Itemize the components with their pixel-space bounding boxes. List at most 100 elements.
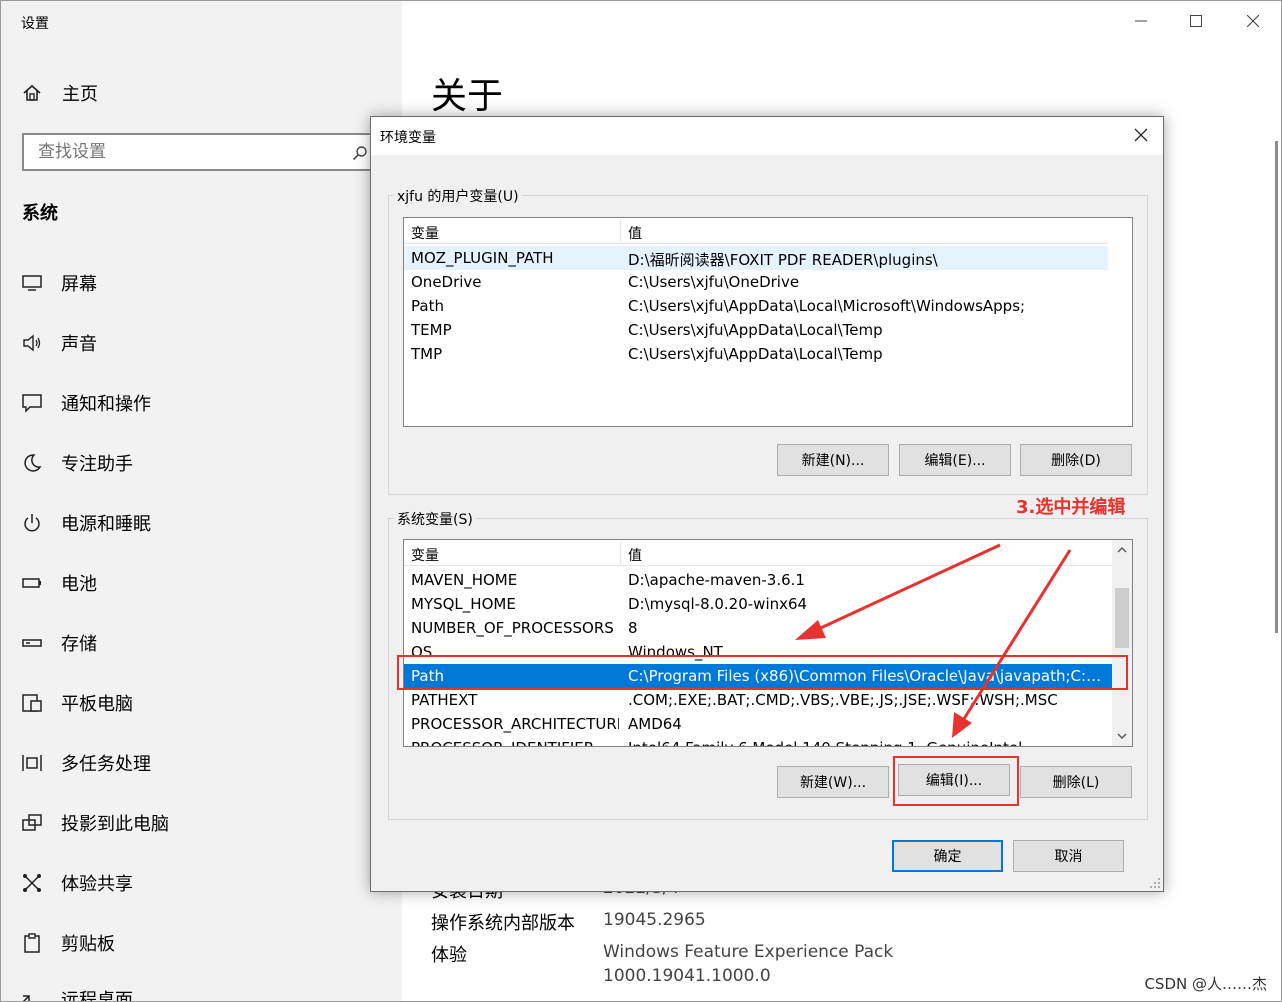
- close-icon: [1247, 15, 1259, 27]
- var-name: MOZ_PLUGIN_PATH: [411, 249, 554, 267]
- cancel-button[interactable]: 取消: [1013, 840, 1124, 872]
- project-icon: [22, 814, 42, 831]
- minimize-button[interactable]: [1129, 9, 1153, 33]
- annotation-highlight-edit: [893, 756, 1019, 806]
- system-var-row[interactable]: PROCESSOR_ARCHITECTURE AMD64: [404, 712, 1112, 736]
- nav-item-focus-assist[interactable]: 专注助手: [1, 443, 402, 483]
- system-var-row[interactable]: PROCESSOR_IDENTIFIER Intel64 Family 6 Mo…: [404, 736, 1112, 746]
- nav-item-display[interactable]: 屏幕: [1, 263, 402, 303]
- tablet-icon: [22, 694, 42, 712]
- user-var-row[interactable]: Path C:\Users\xjfu\AppData\Local\Microso…: [404, 294, 1108, 318]
- list-header: 变量 值: [404, 218, 1108, 244]
- maximize-icon: [1190, 15, 1202, 27]
- var-name: Path: [411, 297, 444, 315]
- scroll-down-arrow[interactable]: [1115, 729, 1129, 743]
- user-edit-button[interactable]: 编辑(E)...: [899, 444, 1011, 476]
- col-divider[interactable]: [620, 220, 621, 242]
- close-button[interactable]: [1241, 9, 1265, 33]
- system-vars-scrollbar[interactable]: [1112, 540, 1132, 746]
- dialog-close-button[interactable]: [1131, 125, 1151, 145]
- system-var-row[interactable]: MYSQL_HOME D:\mysql-8.0.20-winx64: [404, 592, 1112, 616]
- user-var-row[interactable]: MOZ_PLUGIN_PATH D:\福昕阅读器\FOXIT PDF READE…: [404, 246, 1108, 270]
- system-var-row[interactable]: PATHEXT .COM;.EXE;.BAT;.CMD;.VBS;.VBE;.J…: [404, 688, 1112, 712]
- nav-item-clipboard[interactable]: 剪贴板: [1, 923, 402, 963]
- nav-item-shared-experiences[interactable]: 体验共享: [1, 863, 402, 903]
- nav-item-label: 远程桌面: [61, 990, 133, 1002]
- dialog-titlebar[interactable]: 环境变量: [371, 117, 1163, 155]
- nav-item-label: 多任务处理: [61, 754, 151, 775]
- list-header: 变量 值: [404, 540, 1112, 566]
- resize-grip-icon[interactable]: [1149, 877, 1161, 889]
- monitor-icon: [22, 275, 42, 291]
- nav-item-label: 电源和睡眠: [61, 514, 151, 535]
- var-value: D:\mysql-8.0.20-winx64: [628, 595, 808, 613]
- user-var-row[interactable]: TMP C:\Users\xjfu\AppData\Local\Temp: [404, 342, 1108, 366]
- info-value: 1000.19041.1000.0: [603, 966, 771, 986]
- system-delete-button[interactable]: 删除(L): [1020, 766, 1132, 798]
- nav-item-project[interactable]: 投影到此电脑: [1, 803, 402, 843]
- info-value: Windows Feature Experience Pack: [603, 942, 894, 962]
- nav-item-notifications[interactable]: 通知和操作: [1, 383, 402, 423]
- nav-item-label: 体验共享: [61, 874, 133, 895]
- annotation-text: 3.选中并编辑: [1016, 497, 1126, 518]
- nav-item-label: 通知和操作: [61, 394, 151, 415]
- page-title: 关于: [431, 76, 504, 117]
- system-var-row[interactable]: MAVEN_HOME D:\apache-maven-3.6.1: [404, 568, 1112, 592]
- var-name: PROCESSOR_ARCHITECTURE: [411, 715, 619, 733]
- nav-item-remote-desktop[interactable]: 远程桌面: [1, 979, 402, 1002]
- settings-search[interactable]: [22, 133, 378, 171]
- col-header-val[interactable]: 值: [628, 223, 642, 243]
- col-header-var[interactable]: 变量: [411, 223, 439, 243]
- main-scrollbar[interactable]: [1275, 141, 1278, 633]
- var-value: D:\福昕阅读器\FOXIT PDF READER\plugins\: [628, 251, 938, 269]
- system-new-button[interactable]: 新建(W)...: [777, 766, 889, 798]
- col-header-var[interactable]: 变量: [411, 545, 439, 565]
- multitask-icon: [22, 755, 42, 771]
- col-header-val[interactable]: 值: [628, 545, 642, 565]
- chevron-down-icon: [1117, 733, 1127, 739]
- var-value: AMD64: [628, 715, 682, 733]
- nav-home[interactable]: 主页: [21, 81, 98, 105]
- var-name: PROCESSOR_IDENTIFIER: [411, 739, 619, 746]
- maximize-button[interactable]: [1184, 9, 1208, 33]
- window-title: 设置: [21, 16, 49, 32]
- info-label: 操作系统内部版本: [431, 913, 575, 934]
- nav-item-label: 存储: [61, 634, 97, 655]
- col-divider[interactable]: [620, 542, 621, 564]
- var-name: MAVEN_HOME: [411, 571, 518, 589]
- power-icon: [24, 514, 40, 532]
- ok-button[interactable]: 确定: [892, 840, 1003, 872]
- var-value: C:\Users\xjfu\AppData\Local\Microsoft\Wi…: [628, 297, 1026, 315]
- nav-item-storage[interactable]: 存储: [1, 623, 402, 663]
- user-var-row[interactable]: OneDrive C:\Users\xjfu\OneDrive: [404, 270, 1108, 294]
- var-value: D:\apache-maven-3.6.1: [628, 571, 805, 589]
- search-icon: [352, 146, 367, 161]
- user-var-row[interactable]: TEMP C:\Users\xjfu\AppData\Local\Temp: [404, 318, 1108, 342]
- var-value: C:\Users\xjfu\OneDrive: [628, 273, 800, 291]
- user-new-button[interactable]: 新建(N)...: [777, 444, 889, 476]
- search-input[interactable]: [24, 135, 376, 169]
- system-var-row[interactable]: NUMBER_OF_PROCESSORS 8: [404, 616, 1112, 640]
- dialog-title: 环境变量: [380, 130, 436, 146]
- user-vars-label: xjfu 的用户变量(U): [394, 186, 522, 206]
- remote-desktop-icon: [22, 995, 30, 1001]
- user-vars-list[interactable]: 变量 值 MOZ_PLUGIN_PATH D:\福昕阅读器\FOXIT PDF …: [403, 217, 1133, 427]
- nav-item-tablet[interactable]: 平板电脑: [1, 683, 402, 723]
- moon-icon: [24, 454, 42, 472]
- var-value: Intel64 Family 6 Model 140 Stepping 1, G…: [628, 739, 1106, 746]
- scroll-up-arrow[interactable]: [1115, 543, 1129, 557]
- nav-item-sound[interactable]: 声音: [1, 323, 402, 363]
- system-vars-list[interactable]: 变量 值 MAVEN_HOME D:\apache-maven-3.6.1 MY…: [403, 539, 1133, 747]
- var-value: 8: [628, 619, 638, 637]
- settings-sidebar: 设置 主页 系统 屏幕 声音 通知和操作 专注: [1, 1, 402, 1002]
- chevron-up-icon: [1117, 547, 1127, 553]
- nav-item-multitasking[interactable]: 多任务处理: [1, 743, 402, 783]
- nav-item-battery[interactable]: 电池: [1, 563, 402, 603]
- nav-item-label: 声音: [61, 334, 97, 355]
- scroll-thumb[interactable]: [1115, 588, 1129, 648]
- nav-item-power[interactable]: 电源和睡眠: [1, 503, 402, 543]
- info-label: 体验: [431, 945, 467, 966]
- nav-item-label: 投影到此电脑: [61, 814, 169, 835]
- user-delete-button[interactable]: 删除(D): [1020, 444, 1132, 476]
- home-icon: [23, 84, 41, 101]
